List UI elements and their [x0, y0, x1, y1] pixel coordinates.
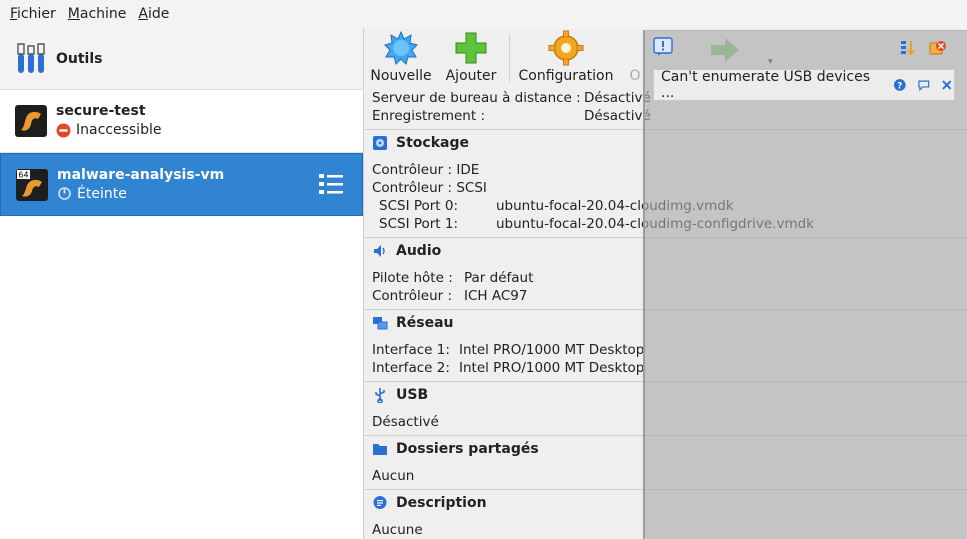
start-arrow-icon: [711, 38, 739, 62]
network-interface2-row: Interface 2: Intel PRO/1000 MT Desktop: [372, 360, 645, 376]
storage-controller-scsi: Contrôleur : SCSI: [372, 180, 487, 196]
vm-state: Éteinte: [57, 184, 224, 204]
forget-message-icon[interactable]: [917, 78, 931, 92]
new-vm-button[interactable]: Nouvelle: [370, 30, 432, 84]
inaccessible-icon: [56, 123, 71, 137]
discard-button-partial[interactable]: O: [627, 30, 643, 84]
usb-value: Désactivé: [372, 414, 439, 430]
tools-label: Outils: [56, 50, 103, 67]
notification-text: Can't enumerate USB devices ...: [661, 69, 870, 101]
add-plus-icon: [455, 32, 487, 64]
start-dropdown-icon[interactable]: ▾: [768, 57, 773, 67]
usb-icon: [375, 388, 385, 403]
settings-button[interactable]: Configuration: [517, 30, 615, 84]
sort-notifications-icon[interactable]: [899, 39, 917, 57]
scsi-port1-row: SCSI Port 1: ubuntu-focal-20.04-cloudimg…: [379, 216, 814, 232]
dismiss-all-icon[interactable]: [929, 39, 947, 57]
network-icon: [373, 317, 388, 330]
menu-machine[interactable]: Machine: [62, 6, 133, 22]
menu-bar: Fichier Machine Aide: [0, 0, 967, 28]
vm-item-malware-analysis-vm[interactable]: 64 malware-analysis-vm Éteinte: [0, 153, 363, 216]
tools-item[interactable]: Outils: [0, 28, 363, 90]
arch-badge: 64: [18, 170, 28, 179]
power-off-icon: [58, 187, 71, 200]
close-icon[interactable]: [940, 78, 954, 92]
add-vm-button[interactable]: Ajouter: [442, 30, 500, 84]
new-star-icon: [384, 30, 418, 65]
svg-text:?: ?: [897, 81, 902, 91]
vm-state: Inaccessible: [56, 120, 161, 140]
toolbar-separator: [509, 34, 510, 82]
vm-details-menu-icon[interactable]: [318, 172, 344, 196]
storage-icon: [373, 136, 387, 150]
vm-name: secure-test: [56, 103, 146, 119]
vm-name: malware-analysis-vm: [57, 166, 225, 183]
remote-display-row: Serveur de bureau à distance : Désactivé: [372, 90, 651, 106]
vm-os-icon: [15, 105, 47, 137]
network-interface1-row: Interface 1: Intel PRO/1000 MT Desktop: [372, 342, 645, 358]
audio-host-row: Pilote hôte : Par défaut: [372, 270, 534, 286]
notification-message-icon[interactable]: [653, 37, 673, 57]
vm-os-icon: 64: [16, 168, 48, 201]
menu-aide[interactable]: Aide: [132, 6, 175, 22]
tools-icon: [17, 42, 45, 73]
audio-controller-row: Contrôleur : ICH AC97: [372, 288, 528, 304]
recording-row: Enregistrement : Désactivé: [372, 108, 651, 124]
shared-folders-value: Aucun: [372, 468, 415, 484]
notification-center: ▾ Can't enumerate USB devices ... ?: [643, 30, 967, 539]
menu-fichier[interactable]: Fichier: [4, 6, 62, 22]
notification-item[interactable]: Can't enumerate USB devices ... ?: [653, 69, 955, 101]
description-value: Aucune: [372, 522, 423, 538]
description-icon: [373, 496, 387, 509]
gear-icon: [548, 30, 584, 66]
storage-controller-ide: Contrôleur : IDE: [372, 162, 480, 178]
folder-icon: [373, 444, 387, 455]
audio-icon: [374, 245, 385, 257]
scsi-port0-row: SCSI Port 0: ubuntu-focal-20.04-cloudimg…: [379, 198, 734, 214]
help-icon[interactable]: ?: [893, 78, 907, 92]
vm-item-secure-test[interactable]: secure-test Inaccessible: [0, 90, 363, 153]
machine-list-panel: Outils secure-test Inaccessible 64 malwa…: [0, 28, 364, 539]
